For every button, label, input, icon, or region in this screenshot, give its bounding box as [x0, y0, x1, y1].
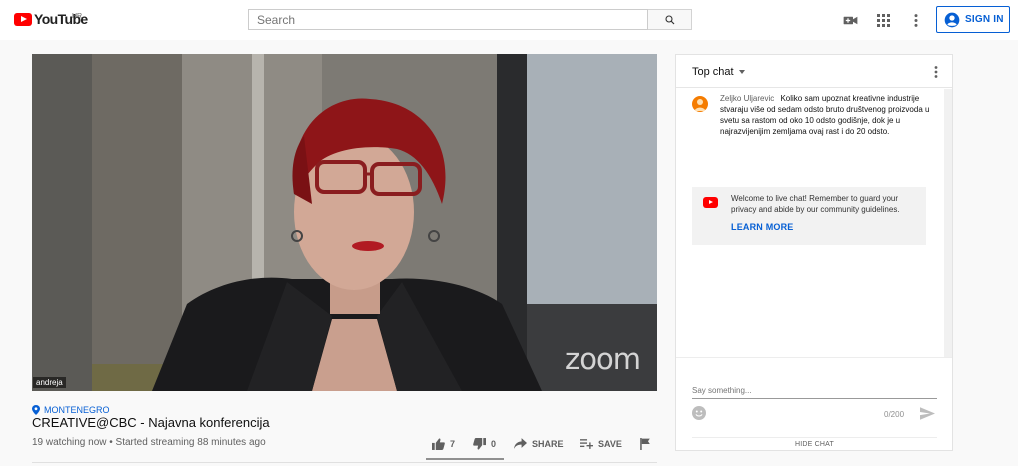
- participant-name-label: andreja: [33, 377, 66, 388]
- emoji-smile-icon: [692, 406, 706, 420]
- more-vert-icon: [914, 13, 918, 27]
- location-label: MONTENEGRO: [44, 405, 110, 415]
- chat-message-input[interactable]: [692, 383, 937, 399]
- live-chat-panel: Top chat Zeljko Uljarevic Koliko sam upo…: [675, 54, 953, 451]
- chat-header: Top chat: [676, 55, 952, 88]
- hide-chat-button[interactable]: HIDE CHAT: [692, 437, 937, 448]
- search-icon: [664, 14, 674, 24]
- location-pin-icon: [32, 405, 40, 415]
- more-vert-icon: [934, 66, 938, 78]
- avatar[interactable]: [692, 96, 708, 112]
- share-arrow-icon: [514, 438, 527, 449]
- learn-more-link[interactable]: LEARN MORE: [731, 222, 794, 232]
- like-count: 7: [450, 439, 456, 449]
- emoji-button[interactable]: [692, 406, 706, 420]
- logo-country-code: HR: [72, 13, 83, 20]
- video-player[interactable]: andreja zoom: [32, 54, 657, 391]
- sign-in-label: SIGN IN: [965, 14, 1004, 25]
- report-button[interactable]: [640, 438, 655, 450]
- dislike-button[interactable]: 0: [473, 438, 496, 450]
- flag-icon: [640, 438, 650, 450]
- live-chat-notice: Welcome to live chat! Remember to guard …: [692, 187, 926, 245]
- search-button[interactable]: [648, 9, 692, 30]
- thumbs-up-icon: [432, 438, 445, 450]
- save-label: SAVE: [598, 438, 622, 449]
- like-dislike-ratio-bar: [426, 458, 504, 460]
- like-button[interactable]: 7: [432, 438, 455, 450]
- chat-mode-dropdown[interactable]: Top chat: [692, 66, 745, 78]
- zoom-watermark: zoom: [565, 342, 641, 376]
- apps-grid-icon: [876, 13, 890, 27]
- chat-scrollbar[interactable]: [944, 89, 952, 357]
- info-divider: [32, 462, 657, 463]
- video-camera-icon: [843, 16, 857, 24]
- character-counter: 0/200: [884, 410, 905, 419]
- video-frame: [32, 54, 657, 391]
- apps-button[interactable]: [874, 11, 892, 29]
- create-video-button[interactable]: [841, 11, 859, 29]
- view-count-info: 19 watching now • Started streaming 88 m…: [32, 437, 266, 448]
- chat-mode-label: Top chat: [692, 66, 734, 78]
- notice-text: Welcome to live chat! Remember to guard …: [731, 194, 900, 214]
- chat-input-area: 0/200 HIDE CHAT: [676, 357, 952, 451]
- dropdown-caret-icon: [738, 70, 745, 74]
- settings-menu-button[interactable]: [907, 11, 925, 29]
- youtube-play-icon: [703, 197, 718, 208]
- send-button[interactable]: [920, 407, 935, 425]
- location-link[interactable]: MONTENEGRO: [32, 405, 110, 415]
- save-button[interactable]: SAVE: [580, 438, 622, 449]
- send-arrow-icon: [920, 407, 935, 420]
- search-input[interactable]: [248, 9, 648, 30]
- share-button[interactable]: SHARE: [514, 438, 564, 449]
- chat-message-content: Zeljko Uljarevic Koliko sam upoznat krea…: [720, 93, 932, 137]
- playlist-add-icon: [580, 439, 593, 449]
- sign-in-button[interactable]: SIGN IN: [936, 6, 1010, 33]
- share-label: SHARE: [532, 438, 564, 449]
- chat-messages[interactable]: Zeljko Uljarevic Koliko sam upoznat krea…: [676, 89, 944, 357]
- chat-author[interactable]: Zeljko Uljarevic: [720, 94, 774, 103]
- thumbs-down-icon: [473, 438, 486, 450]
- top-bar: YouTube HR SIGN IN: [0, 0, 1018, 40]
- chat-menu-button[interactable]: [934, 65, 938, 83]
- like-ratio-fill: [426, 458, 504, 460]
- dislike-count: 0: [491, 439, 497, 449]
- youtube-play-icon: [14, 12, 32, 26]
- account-circle-icon: [944, 12, 960, 27]
- video-title: CREATIVE@CBC - Najavna konferencija: [32, 415, 270, 430]
- user-avatar-icon: [694, 99, 706, 111]
